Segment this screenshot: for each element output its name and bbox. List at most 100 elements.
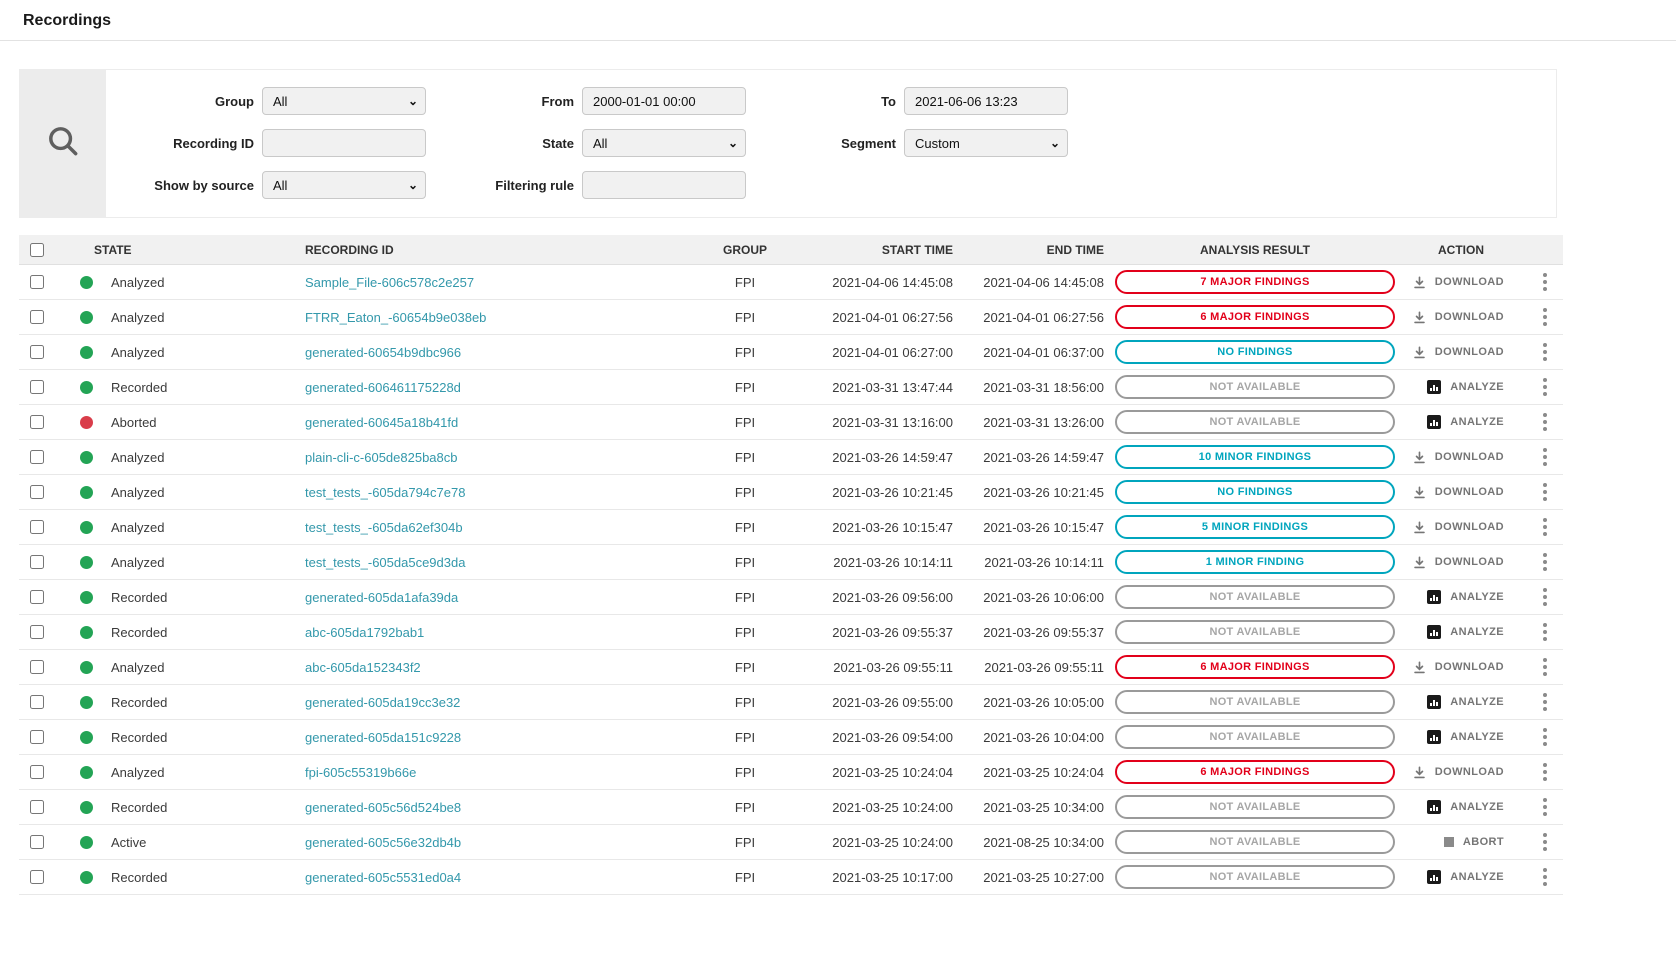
table-row: Aborted generated-60645a18b41fd FPI 2021…	[19, 405, 1563, 440]
kebab-menu-icon[interactable]	[1539, 409, 1551, 435]
from-input[interactable]	[582, 87, 746, 115]
group-cell: FPI	[734, 694, 756, 710]
row-checkbox[interactable]	[30, 380, 44, 394]
kebab-menu-icon[interactable]	[1539, 829, 1551, 855]
kebab-menu-icon[interactable]	[1539, 304, 1551, 330]
state-select[interactable]: All	[582, 129, 746, 157]
analysis-result-badge: NOT AVAILABLE	[1115, 375, 1395, 399]
action-button[interactable]: DOWNLOAD	[1413, 486, 1504, 499]
recording-id-link[interactable]: generated-605da19cc3e32	[305, 695, 460, 710]
recording-id-link[interactable]: generated-606461175228d	[305, 380, 461, 395]
kebab-menu-icon[interactable]	[1539, 654, 1551, 680]
action-button[interactable]: ANALYZE	[1427, 415, 1504, 429]
filtering-rule-input[interactable]	[582, 171, 746, 199]
kebab-menu-icon[interactable]	[1539, 689, 1551, 715]
table-row: Analyzed abc-605da152343f2 FPI 2021-03-2…	[19, 650, 1563, 685]
kebab-menu-icon[interactable]	[1539, 549, 1551, 575]
row-checkbox[interactable]	[30, 345, 44, 359]
row-checkbox[interactable]	[30, 520, 44, 534]
recording-id-link[interactable]: generated-60654b9dbc966	[305, 345, 461, 360]
action-button[interactable]: ANALYZE	[1427, 590, 1504, 604]
kebab-menu-icon[interactable]	[1539, 269, 1551, 295]
table-row: Recorded abc-605da1792bab1 FPI 2021-03-2…	[19, 615, 1563, 650]
state-label: Recorded	[111, 694, 168, 710]
action-button[interactable]: ABORT	[1443, 836, 1504, 848]
recording-id-link[interactable]: generated-605c5531ed0a4	[305, 870, 461, 885]
row-checkbox[interactable]	[30, 590, 44, 604]
row-checkbox[interactable]	[30, 485, 44, 499]
kebab-menu-icon[interactable]	[1539, 864, 1551, 890]
recording-id-link[interactable]: test_tests_-605da62ef304b	[305, 520, 463, 535]
kebab-menu-icon[interactable]	[1539, 374, 1551, 400]
recording-id-link[interactable]: test_tests_-605da794c7e78	[305, 485, 465, 500]
row-checkbox[interactable]	[30, 310, 44, 324]
action-button[interactable]: DOWNLOAD	[1413, 276, 1504, 289]
recording-id-link[interactable]: generated-605da1afa39da	[305, 590, 458, 605]
recording-id-link[interactable]: plain-cli-c-605de825ba8cb	[305, 450, 458, 465]
end-time: 2021-08-25 10:34:00	[983, 834, 1104, 850]
action-button[interactable]: ANALYZE	[1427, 730, 1504, 744]
recording-id-link[interactable]: FTRR_Eaton_-60654b9e038eb	[305, 310, 486, 325]
action-button[interactable]: ANALYZE	[1427, 695, 1504, 709]
kebab-menu-icon[interactable]	[1539, 759, 1551, 785]
row-checkbox[interactable]	[30, 730, 44, 744]
analyze-icon	[1427, 590, 1442, 604]
action-button[interactable]: DOWNLOAD	[1413, 661, 1504, 674]
action-button[interactable]: DOWNLOAD	[1413, 556, 1504, 569]
row-checkbox[interactable]	[30, 625, 44, 639]
action-button[interactable]: DOWNLOAD	[1413, 766, 1504, 779]
row-checkbox[interactable]	[30, 695, 44, 709]
recording-id-link[interactable]: generated-605c56d524be8	[305, 800, 461, 815]
analyze-icon	[1427, 800, 1442, 814]
row-checkbox[interactable]	[30, 660, 44, 674]
recording-id-link[interactable]: generated-605c56e32db4b	[305, 835, 461, 850]
kebab-menu-icon[interactable]	[1539, 514, 1551, 540]
row-checkbox[interactable]	[30, 555, 44, 569]
recording-id-link[interactable]: abc-605da1792bab1	[305, 625, 424, 640]
recording-id-link[interactable]: generated-605da151c9228	[305, 730, 461, 745]
action-button[interactable]: ANALYZE	[1427, 625, 1504, 639]
kebab-menu-icon[interactable]	[1539, 584, 1551, 610]
kebab-menu-icon[interactable]	[1539, 619, 1551, 645]
action-button[interactable]: ANALYZE	[1427, 380, 1504, 394]
kebab-menu-icon[interactable]	[1539, 444, 1551, 470]
kebab-menu-icon[interactable]	[1539, 339, 1551, 365]
row-checkbox[interactable]	[30, 835, 44, 849]
action-label: ANALYZE	[1450, 871, 1504, 883]
recording-id-input[interactable]	[262, 129, 426, 157]
row-checkbox[interactable]	[30, 415, 44, 429]
to-input[interactable]	[904, 87, 1068, 115]
action-button[interactable]: DOWNLOAD	[1413, 521, 1504, 534]
recording-id-link[interactable]: abc-605da152343f2	[305, 660, 421, 675]
kebab-menu-icon[interactable]	[1539, 479, 1551, 505]
segment-select[interactable]: Custom	[904, 129, 1068, 157]
end-time: 2021-03-26 10:21:45	[983, 484, 1104, 500]
group-label: Group	[215, 93, 254, 109]
action-label: ANALYZE	[1450, 381, 1504, 393]
recording-id-link[interactable]: fpi-605c55319b66e	[305, 765, 416, 780]
show-by-source-select[interactable]: All	[262, 171, 426, 199]
action-button[interactable]: ANALYZE	[1427, 870, 1504, 884]
start-time: 2021-03-25 10:24:04	[832, 764, 953, 780]
recording-id-link[interactable]: Sample_File-606c578c2e257	[305, 275, 474, 290]
analysis-result-badge: NOT AVAILABLE	[1115, 795, 1395, 819]
end-time: 2021-04-01 06:27:56	[983, 309, 1104, 325]
row-checkbox[interactable]	[30, 275, 44, 289]
kebab-menu-icon[interactable]	[1539, 724, 1551, 750]
show-by-source-label: Show by source	[154, 177, 254, 193]
action-button[interactable]: DOWNLOAD	[1413, 311, 1504, 324]
select-all-checkbox[interactable]	[30, 242, 44, 257]
action-button[interactable]: DOWNLOAD	[1413, 451, 1504, 464]
row-checkbox[interactable]	[30, 800, 44, 814]
recording-id-link[interactable]: test_tests_-605da5ce9d3da	[305, 555, 465, 570]
action-label: DOWNLOAD	[1434, 556, 1504, 568]
action-button[interactable]: ANALYZE	[1427, 800, 1504, 814]
kebab-menu-icon[interactable]	[1539, 794, 1551, 820]
row-checkbox[interactable]	[30, 765, 44, 779]
recording-id-link[interactable]: generated-60645a18b41fd	[305, 415, 458, 430]
group-select[interactable]: All	[262, 87, 426, 115]
row-checkbox[interactable]	[30, 450, 44, 464]
action-button[interactable]: DOWNLOAD	[1413, 346, 1504, 359]
search-button[interactable]	[20, 70, 106, 217]
row-checkbox[interactable]	[30, 870, 44, 884]
